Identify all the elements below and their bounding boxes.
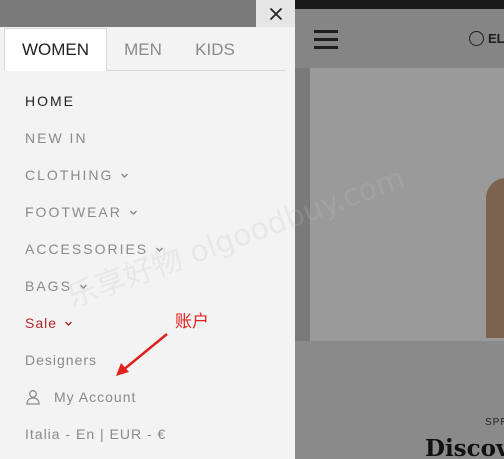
menu-item-designers[interactable]: Designers xyxy=(25,352,97,368)
chevron-down-icon xyxy=(64,319,73,328)
chevron-down-icon xyxy=(120,171,129,180)
annotation-arrow-icon xyxy=(116,333,168,376)
tab-kids[interactable]: KIDS xyxy=(179,28,251,71)
site-header: EL xyxy=(295,9,504,68)
navigation-drawer: WOMEN MEN KIDS HOME NEW IN CLOTHING FOOT… xyxy=(0,27,409,459)
menu-item-new-in-label: NEW IN xyxy=(25,130,88,146)
menu-item-footwear[interactable]: FOOTWEAR xyxy=(25,204,138,220)
tab-men[interactable]: MEN xyxy=(107,28,179,71)
user-icon xyxy=(25,389,41,405)
menu-item-new-in[interactable]: NEW IN xyxy=(25,130,88,146)
hero-caption: SPR Discov xyxy=(295,341,504,459)
tab-women[interactable]: WOMEN xyxy=(4,28,107,71)
language-label[interactable]: EL xyxy=(488,31,504,46)
annotation-label: 账户 xyxy=(175,312,209,332)
menu-item-my-account-label: My Account xyxy=(54,389,137,405)
menu-item-sale-label: Sale xyxy=(25,315,58,331)
gender-tabs: WOMEN MEN KIDS xyxy=(4,28,285,71)
menu-item-locale-label: Italia - En | EUR - € xyxy=(25,426,167,442)
menu-item-clothing-label: CLOTHING xyxy=(25,167,114,183)
hero-kicker: SPR xyxy=(485,417,504,428)
hero-model xyxy=(486,178,504,338)
menu-item-clothing[interactable]: CLOTHING xyxy=(25,167,129,183)
menu-item-home-label: HOME xyxy=(25,93,75,109)
close-button[interactable] xyxy=(256,0,295,27)
menu-item-my-account[interactable]: My Account xyxy=(25,389,136,405)
chevron-down-icon xyxy=(129,208,138,217)
site-topbar xyxy=(295,0,504,9)
hero-title: Discov xyxy=(425,435,504,459)
menu-item-home[interactable]: HOME xyxy=(25,93,75,109)
close-icon xyxy=(269,7,282,20)
menu-item-locale[interactable]: Italia - En | EUR - € xyxy=(25,426,166,442)
menu-item-sale[interactable]: Sale xyxy=(25,315,73,331)
menu-item-footwear-label: FOOTWEAR xyxy=(25,204,122,220)
globe-icon[interactable] xyxy=(469,31,484,46)
menu-item-designers-label: Designers xyxy=(25,352,98,368)
hamburger-icon[interactable] xyxy=(314,30,338,50)
